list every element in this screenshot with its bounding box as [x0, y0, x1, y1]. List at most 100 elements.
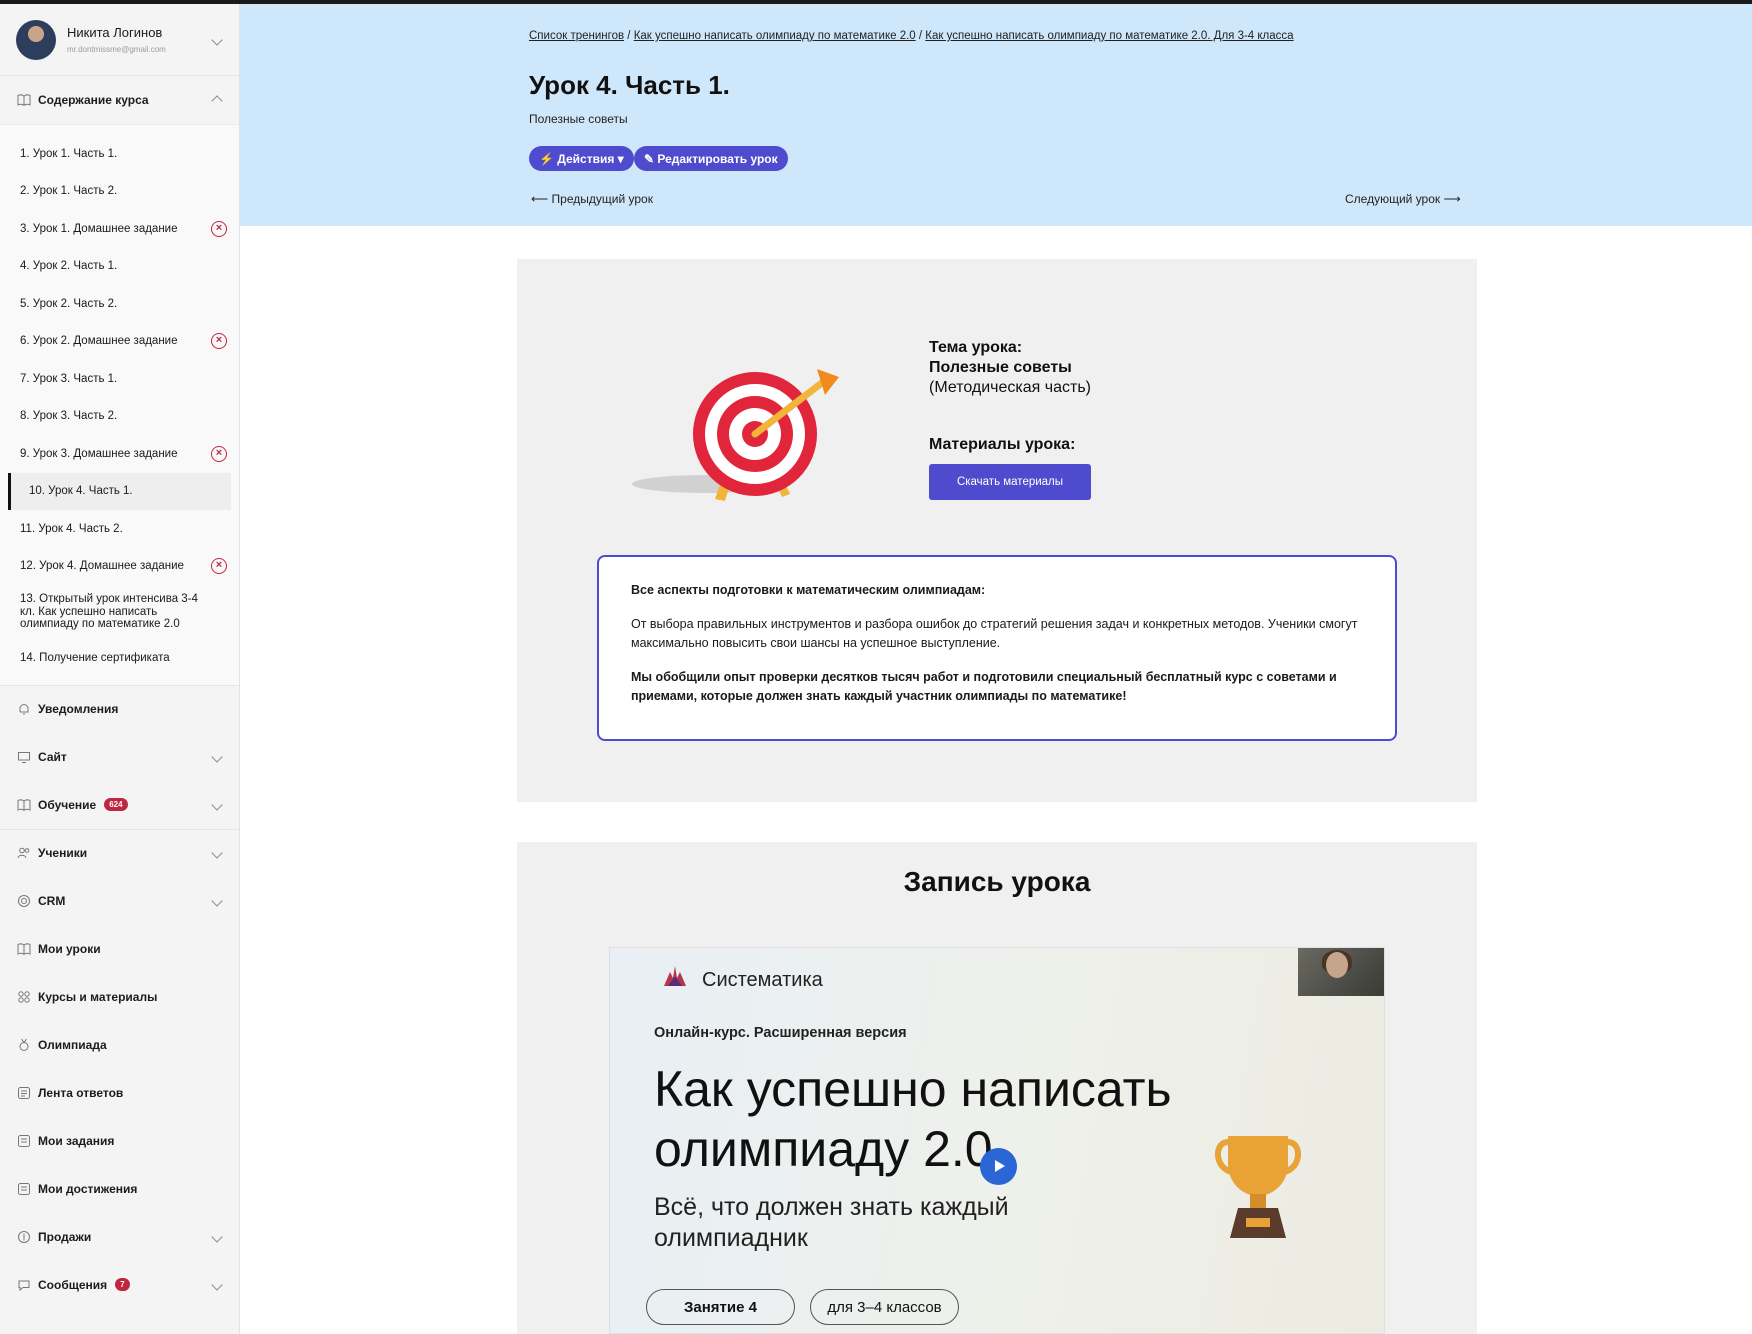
systematika-logo-icon [664, 966, 686, 986]
nav-answers-feed[interactable]: Лента ответов [0, 1068, 239, 1117]
lesson-item-6[interactable]: 6. Урок 2. Домашнее задание × [0, 323, 239, 361]
webcam-face [1326, 952, 1348, 978]
breadcrumb-separator: / [915, 30, 926, 42]
lesson-label: 4. Урок 2. Часть 1. [20, 260, 118, 273]
target-icon [17, 894, 31, 908]
topic-label: Тема урока: [929, 339, 1023, 356]
play-icon[interactable] [980, 1148, 1017, 1185]
nav-label: Обучение [38, 797, 97, 812]
lesson-item-3[interactable]: 3. Урок 1. Домашнее задание × [0, 210, 239, 248]
user-name: Никита Логинов [67, 25, 163, 40]
chevron-down-icon[interactable] [211, 1230, 223, 1243]
nav-my-tasks[interactable]: Мои задания [0, 1116, 239, 1165]
webcam-overlay [1298, 948, 1384, 996]
next-lesson-link[interactable]: Следующий урок ⟶ [1345, 192, 1461, 206]
failed-x-icon: × [211, 333, 227, 350]
achievements-icon [17, 1182, 31, 1196]
breadcrumb-trainings-link[interactable]: Список тренингов [529, 30, 624, 42]
chevron-down-icon[interactable] [211, 798, 223, 811]
nav-my-lessons[interactable]: Мои уроки [0, 924, 239, 973]
course-contents-header[interactable]: Содержание курса [0, 76, 239, 124]
chat-icon [17, 1278, 31, 1292]
trophy-icon [1215, 1136, 1301, 1238]
lesson-item-7[interactable]: 7. Урок 3. Часть 1. [0, 360, 239, 398]
download-materials-button[interactable]: Скачать материалы [929, 464, 1091, 500]
nav-messages[interactable]: Сообщения 7 [0, 1260, 239, 1309]
nav-label: Олимпиада [38, 1037, 107, 1052]
nav-label: Мои достижения [38, 1181, 138, 1196]
sidebar: Никита Логинов mr.dontmissme@gmail.com С… [0, 4, 240, 1334]
nav-students[interactable]: Ученики [0, 828, 239, 877]
chevron-down-icon[interactable] [211, 33, 223, 46]
lesson-label: 12. Урок 4. Домашнее задание [20, 560, 184, 573]
nav-olympiad[interactable]: Олимпиада [0, 1020, 239, 1069]
nav-label: Ученики [38, 846, 88, 860]
video-player[interactable]: Систематика Онлайн-курс. Расширенная вер… [609, 947, 1385, 1334]
lesson-item-12[interactable]: 12. Урок 4. Домашнее задание × [0, 548, 239, 586]
chevron-down-icon[interactable] [211, 750, 223, 763]
nav-site[interactable]: Сайт [0, 732, 239, 781]
failed-x-icon: × [211, 220, 227, 237]
description-heading: Все аспекты подготовки к математическим … [631, 583, 986, 597]
lesson-label: 9. Урок 3. Домашнее задание [20, 447, 178, 460]
lesson-description-box: Все аспекты подготовки к математическим … [597, 555, 1397, 741]
prev-lesson-link[interactable]: ⟵ Предыдущий урок [531, 192, 653, 206]
nav-notifications[interactable]: Уведомления [0, 684, 239, 733]
lesson-label: 11. Урок 4. Часть 2. [20, 522, 123, 535]
lesson-label: 13. Открытый урок интенсива 3-4 кл. Как … [20, 593, 198, 631]
nav-label: CRM [38, 893, 66, 908]
lesson-info-card: Тема урока: Полезные советы (Методическа… [517, 259, 1477, 802]
nav-label: Продажи [38, 1229, 92, 1244]
list-icon [17, 1086, 31, 1100]
nav-achievements[interactable]: Мои достижения [0, 1164, 239, 1213]
avatar [16, 19, 56, 60]
topic-note: (Методическая часть) [929, 379, 1091, 396]
user-email: mr.dontmissme@gmail.com [67, 45, 166, 54]
lesson-item-5[interactable]: 5. Урок 2. Часть 2. [0, 285, 239, 323]
nav-learning[interactable]: Обучение 624 [0, 780, 239, 829]
lesson-item-14[interactable]: 14. Получение сертификата [0, 639, 239, 677]
failed-x-icon: × [211, 558, 227, 575]
lesson-recording-card: Запись урока Систематика Онлайн-курс. Ра… [517, 842, 1477, 1334]
lesson-item-13[interactable]: 13. Открытый урок интенсива 3-4 кл. Как … [0, 585, 239, 639]
lesson-item-10-active[interactable]: 10. Урок 4. Часть 1. [8, 472, 231, 510]
lesson-item-8[interactable]: 8. Урок 3. Часть 2. [0, 398, 239, 436]
chevron-down-icon[interactable] [211, 847, 223, 859]
chevron-down-icon[interactable] [211, 1278, 223, 1291]
breadcrumb-course-link[interactable]: Как успешно написать олимпиаду по матема… [634, 30, 916, 42]
user-menu[interactable]: Никита Логинов mr.dontmissme@gmail.com [0, 4, 239, 76]
chevron-up-icon[interactable] [211, 95, 223, 107]
nav-courses[interactable]: Курсы и материалы [0, 972, 239, 1021]
lesson-item-2[interactable]: 2. Урок 1. Часть 2. [0, 173, 239, 211]
materials-label: Материалы урока: [929, 436, 1076, 453]
video-subtitle-line1: Всё, что должен знать каждый [654, 1193, 1009, 1221]
actions-button[interactable]: ⚡ Действия ▾ [529, 146, 634, 171]
video-brand: Систематика [702, 969, 823, 991]
bell-icon [17, 702, 31, 716]
lesson-item-11[interactable]: 11. Урок 4. Часть 2. [0, 510, 239, 548]
coin-icon [17, 1230, 31, 1244]
lesson-item-9[interactable]: 9. Урок 3. Домашнее задание × [0, 435, 239, 473]
nav-sales[interactable]: Продажи [0, 1212, 239, 1261]
nav-label: Лента ответов [38, 1085, 124, 1100]
lesson-label: 7. Урок 3. Часть 1. [20, 372, 118, 385]
edit-lesson-button[interactable]: ✎ Редактировать урок [634, 146, 788, 171]
nav-crm[interactable]: CRM [0, 876, 239, 925]
page-subtitle: Полезные советы [529, 112, 628, 126]
description-text: От выбора правильных инструментов и разб… [631, 617, 1358, 650]
breadcrumb-class-link[interactable]: Как успешно написать олимпиаду по матема… [925, 30, 1293, 42]
lesson-label: 6. Урок 2. Домашнее задание [20, 335, 178, 348]
lesson-label: 10. Урок 4. Часть 1. [29, 485, 133, 498]
lesson-item-1[interactable]: 1. Урок 1. Часть 1. [0, 135, 239, 173]
chevron-down-icon[interactable] [211, 894, 223, 907]
grid-icon [17, 990, 31, 1004]
lesson-label: 1. Урок 1. Часть 1. [20, 147, 118, 160]
lesson-header: Список тренингов / Как успешно написать … [240, 4, 1752, 226]
failed-x-icon: × [211, 445, 227, 462]
video-grade-tag: для 3–4 классов [810, 1289, 959, 1325]
nav-label: Курсы и материалы [38, 989, 158, 1004]
video-title-line1: Как успешно написать [654, 1061, 1172, 1117]
video-course-label: Онлайн-курс. Расширенная версия [654, 1025, 907, 1041]
lesson-item-4[interactable]: 4. Урок 2. Часть 1. [0, 248, 239, 286]
nav-label: Сообщения [38, 1277, 108, 1292]
